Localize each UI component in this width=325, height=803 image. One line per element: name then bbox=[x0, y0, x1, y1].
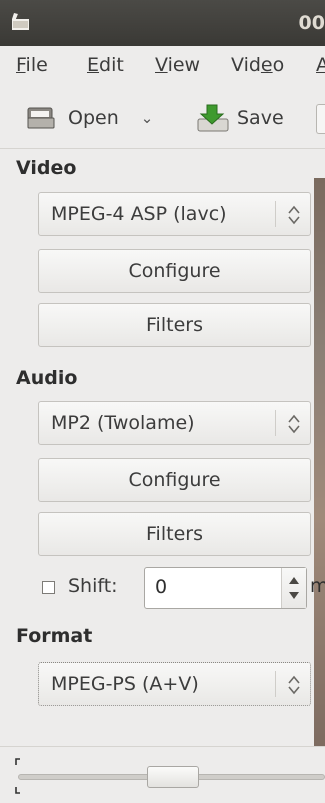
window-title: 00 bbox=[298, 12, 325, 34]
format-value: MPEG-PS (A+V) bbox=[51, 673, 199, 695]
combo-divider bbox=[275, 201, 276, 227]
open-button[interactable]: Open ⌄ bbox=[26, 100, 153, 136]
navigation-area bbox=[0, 746, 325, 803]
menu-bar: File Edit View Video A bbox=[0, 46, 325, 90]
audio-configure-button[interactable]: Configure bbox=[38, 458, 311, 502]
open-label: Open bbox=[68, 107, 119, 129]
title-bar: 00 bbox=[0, 0, 325, 47]
clapperboard-icon bbox=[12, 13, 29, 30]
video-heading: Video bbox=[16, 157, 77, 179]
combo-divider bbox=[275, 410, 276, 436]
video-preview bbox=[314, 178, 325, 746]
combo-divider bbox=[275, 671, 276, 697]
menu-edit[interactable]: Edit bbox=[87, 54, 124, 76]
toolbar-next-item[interactable] bbox=[316, 104, 325, 134]
save-download-icon bbox=[197, 104, 229, 132]
menu-video[interactable]: Video bbox=[231, 54, 284, 76]
spin-arrows-icon[interactable] bbox=[281, 568, 306, 608]
audio-heading: Audio bbox=[16, 367, 78, 389]
folder-open-icon bbox=[27, 107, 55, 129]
format-heading: Format bbox=[16, 625, 93, 647]
toolbar: Open ⌄ Save bbox=[0, 90, 325, 149]
format-select[interactable]: MPEG-PS (A+V) bbox=[38, 662, 311, 706]
menu-view[interactable]: View bbox=[155, 54, 200, 76]
updown-arrows-icon bbox=[288, 675, 300, 695]
updown-arrows-icon bbox=[288, 205, 300, 225]
shift-value: 0 bbox=[155, 576, 168, 598]
video-configure-button[interactable]: Configure bbox=[38, 249, 311, 293]
menu-audio[interactable]: A bbox=[316, 54, 325, 76]
video-codec-select[interactable]: MPEG-4 ASP (lavc) bbox=[38, 192, 311, 236]
shift-checkbox[interactable] bbox=[42, 581, 55, 594]
spin-arrows-glyph bbox=[289, 577, 299, 599]
audio-codec-value: MP2 (Twolame) bbox=[51, 412, 195, 434]
save-button[interactable]: Save bbox=[195, 100, 284, 136]
shift-label: Shift: bbox=[68, 575, 118, 597]
open-dropdown-arrow[interactable]: ⌄ bbox=[141, 109, 154, 127]
shift-spinbox[interactable]: 0 bbox=[144, 567, 307, 609]
updown-arrows-icon bbox=[288, 414, 300, 434]
audio-shift-row: Shift: 0 ms bbox=[38, 565, 325, 609]
video-codec-value: MPEG-4 ASP (lavc) bbox=[51, 203, 227, 225]
audio-filters-button[interactable]: Filters bbox=[38, 512, 311, 556]
menu-file[interactable]: File bbox=[16, 54, 48, 76]
audio-codec-select[interactable]: MP2 (Twolame) bbox=[38, 401, 311, 445]
save-label: Save bbox=[237, 107, 284, 129]
shift-unit: ms bbox=[310, 575, 325, 597]
seek-slider-handle[interactable] bbox=[147, 766, 199, 788]
video-filters-button[interactable]: Filters bbox=[38, 303, 311, 347]
